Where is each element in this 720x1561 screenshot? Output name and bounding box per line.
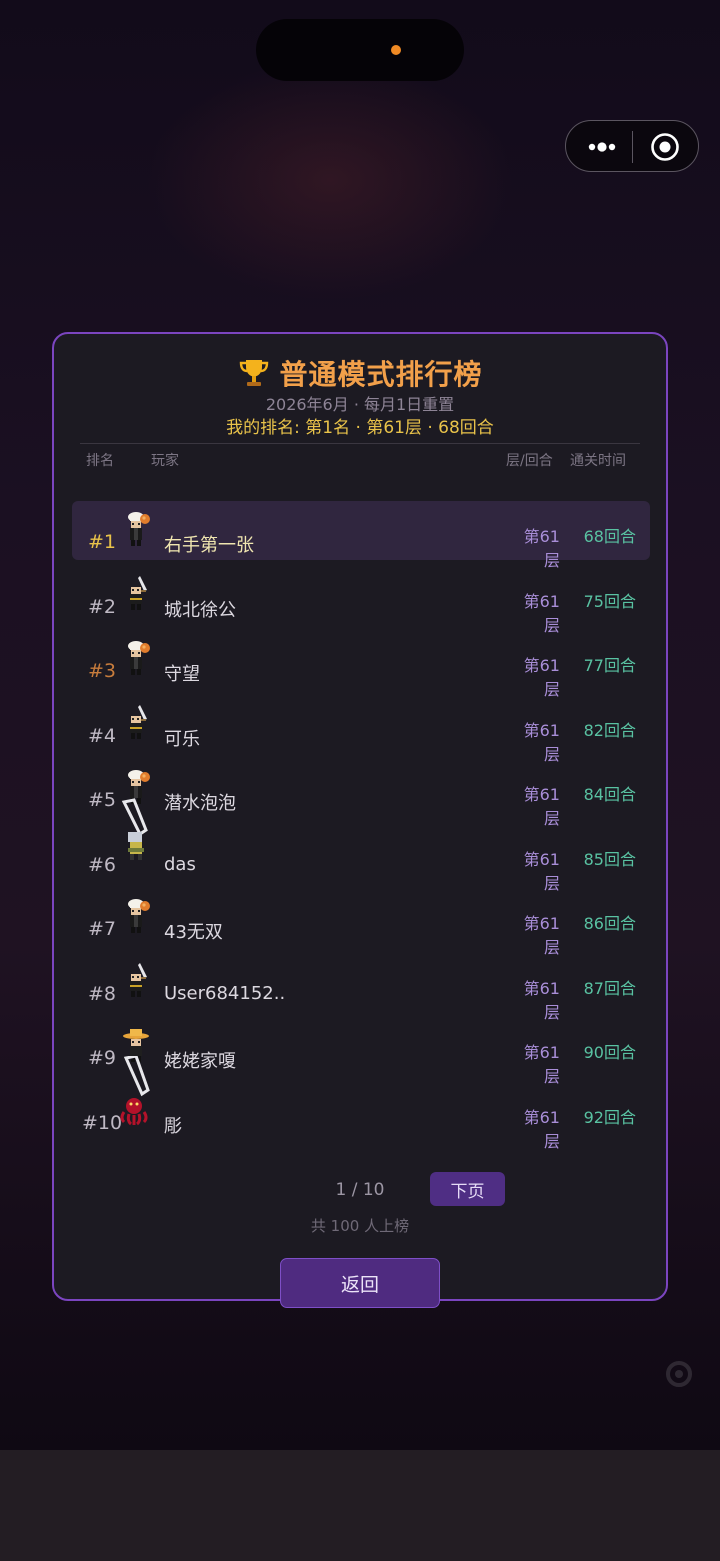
bottom-bar [0, 1450, 720, 1561]
floor-value: 第61层 [523, 591, 560, 635]
player-name: User684152.. [164, 982, 286, 1004]
trophy-icon [240, 360, 269, 386]
table-row-7[interactable]: #7 43无双 第61层 86回合 [72, 888, 650, 957]
total-count: 共 100 人上榜 [310, 1217, 410, 1235]
background-gear-icon [666, 1361, 692, 1387]
turns-value: 85回合 [583, 849, 636, 869]
floor-value: 第61层 [523, 978, 560, 1022]
turns-value: 77回合 [583, 656, 636, 675]
player-name: 潜水泡泡 [164, 793, 236, 814]
floor-value: 第61层 [523, 849, 560, 893]
leaderboard-panel: 普通模式排行榜 2026年6月 · 每月1日重置 我的排名: 第1名 · 第61… [52, 332, 668, 1301]
player-name: 彫 [164, 1115, 182, 1137]
header-rank: 排名 [86, 453, 114, 469]
knight-avatar-icon [120, 798, 154, 878]
chef-avatar-icon [120, 896, 154, 942]
floor-value: 第61层 [523, 656, 560, 699]
player-name: 守望 [164, 664, 200, 685]
table-row-9[interactable]: #9 姥姥家嗄 第61层 90回合 [72, 1017, 650, 1086]
leaderboard-title: 普通模式排行榜 [279, 358, 483, 391]
player-name: 43无双 [164, 922, 223, 943]
swordsman-avatar-icon [120, 703, 154, 749]
floor-value: 第61层 [523, 527, 560, 570]
table-row-6[interactable]: #6 das 第61层 85回合 [72, 824, 650, 893]
reset-subtitle: 2026年6月 · 每月1日重置 [265, 395, 455, 414]
capsule-divider [632, 131, 633, 163]
turns-value: 90回合 [583, 1043, 636, 1062]
mini-program-capsule [565, 120, 699, 172]
player-name: 城北徐公 [164, 599, 236, 621]
turns-value: 87回合 [583, 978, 636, 998]
my-rank-summary: 我的排名: 第1名 · 第61层 · 68回合 [226, 418, 494, 438]
turns-value: 86回合 [583, 914, 636, 933]
turns-value: 82回合 [583, 720, 636, 740]
pagination: 1 / 10 下页 [54, 1172, 666, 1208]
camera-notch [256, 19, 464, 81]
table-row-4[interactable]: #4 可乐 第61层 82回合 [72, 695, 650, 764]
header-player: 玩家 [151, 453, 179, 469]
swordsman-avatar-icon [120, 574, 154, 620]
turns-value: 68回合 [583, 527, 636, 546]
chef-avatar-icon [120, 509, 154, 555]
camera-indicator-dot [391, 45, 401, 55]
table-row-5[interactable]: #5 潜水泡泡 第61层 84回合 [72, 759, 650, 828]
header-floor-turns: 层/回合 [506, 453, 553, 469]
back-button[interactable]: 返回 [280, 1258, 440, 1308]
table-row-3[interactable]: #3 守望 第61层 77回合 [72, 630, 650, 699]
turns-value: 84回合 [583, 785, 636, 804]
close-mini-program-icon[interactable] [650, 132, 680, 162]
swordsman-avatar-icon [120, 961, 154, 1007]
header-divider [80, 443, 640, 444]
header-clear-time: 通关时间 [570, 453, 626, 469]
player-name: das [164, 853, 196, 875]
table-row-8[interactable]: #8 User684152.. 第61层 87回合 [72, 953, 650, 1022]
player-name: 可乐 [164, 728, 200, 750]
turns-value: 75回合 [583, 591, 636, 611]
ranking-list: #1 右手第一张 第61层 68回合 #2 城北徐公 第61层 75回合 #3 … [72, 501, 650, 1151]
title-row: 普通模式排行榜 [54, 352, 666, 394]
octopus-avatar-icon [120, 1056, 154, 1136]
floor-value: 第61层 [523, 1107, 560, 1151]
table-row-1[interactable]: #1 右手第一张 第61层 68回合 [72, 501, 650, 570]
next-page-button[interactable]: 下页 [430, 1172, 505, 1206]
floor-value: 第61层 [523, 785, 560, 828]
player-name: 右手第一张 [164, 535, 254, 556]
table-row-10[interactable]: #10 彫 第61层 92回合 [72, 1082, 650, 1151]
chef-avatar-icon [120, 638, 154, 684]
turns-value: 92回合 [583, 1107, 636, 1127]
floor-value: 第61层 [523, 1043, 560, 1086]
page-indicator: 1 / 10 [335, 1180, 385, 1200]
floor-value: 第61层 [523, 720, 560, 764]
more-icon[interactable] [583, 132, 633, 162]
floor-value: 第61层 [523, 914, 560, 957]
table-row-2[interactable]: #2 城北徐公 第61层 75回合 [72, 566, 650, 635]
player-name: 姥姥家嗄 [164, 1051, 236, 1072]
